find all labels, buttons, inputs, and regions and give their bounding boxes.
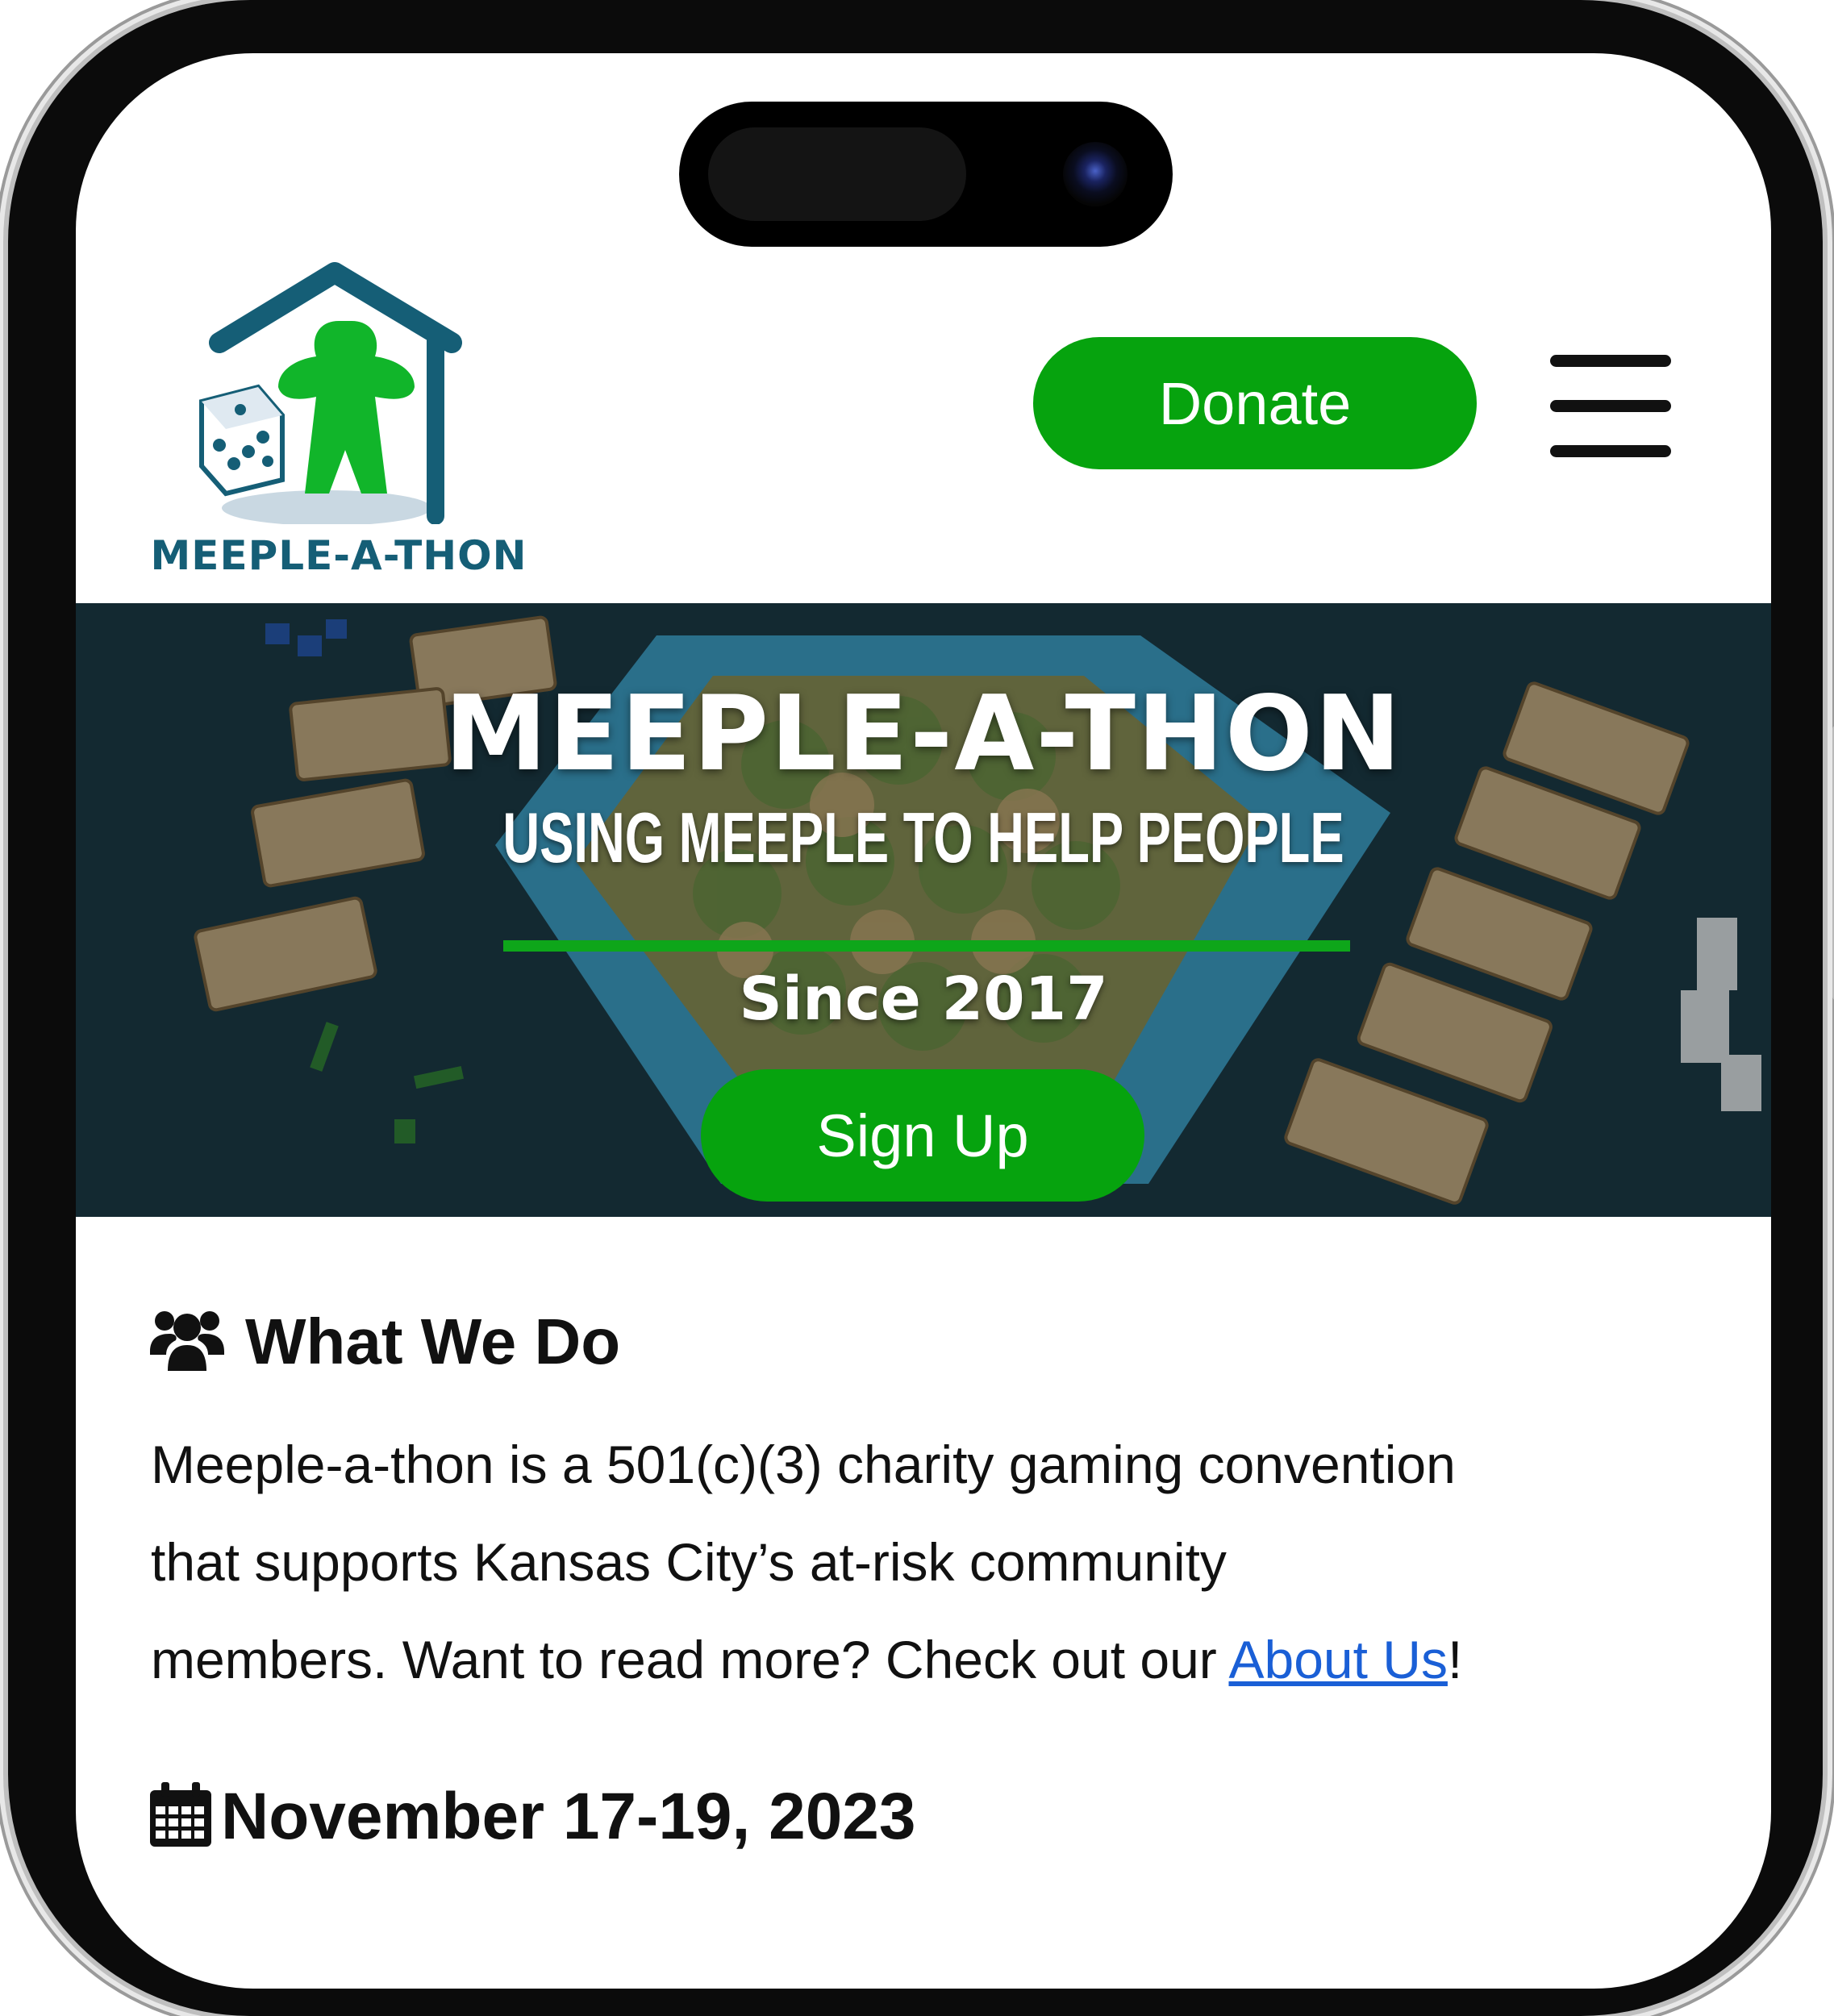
about-line-3-prefix: members. Want to read more? Check out ou… xyxy=(151,1630,1229,1689)
dynamic-island xyxy=(679,102,1173,247)
users-icon xyxy=(148,1303,226,1380)
about-line-3-suffix: ! xyxy=(1447,1630,1463,1689)
hero-divider xyxy=(503,940,1350,952)
about-line-1: Meeple-a-thon is a 501(c)(3) charity gam… xyxy=(151,1435,1456,1494)
site-logo[interactable]: MEEPLE-A-THON xyxy=(145,258,532,581)
event-date-heading: November 17-19, 2023 xyxy=(148,1779,916,1855)
event-date-text: November 17-19, 2023 xyxy=(221,1780,916,1853)
donate-button[interactable]: Donate xyxy=(1033,337,1477,469)
what-we-do-heading: What We Do xyxy=(148,1303,620,1380)
hero-since-text: Since 2017 xyxy=(739,964,1108,1034)
sign-up-button[interactable]: Sign Up xyxy=(701,1069,1144,1202)
hero-title: MEEPLE-A-THON xyxy=(444,674,1403,794)
logo-wordmark: MEEPLE-A-THON xyxy=(150,532,527,579)
about-line-3: members. Want to read more? Check out ou… xyxy=(151,1611,1707,1709)
hero-banner: MEEPLE-A-THON USING MEEPLE TO HELP PEOPL… xyxy=(76,603,1771,1217)
what-we-do-title: What We Do xyxy=(245,1305,621,1377)
phone-frame: MEEPLE-A-THON Donate MEEPLE-A-THON USING… xyxy=(8,0,1834,2016)
calendar-icon xyxy=(148,1781,213,1852)
hamburger-menu-icon[interactable] xyxy=(1550,355,1671,460)
meeple-house-logo-icon xyxy=(199,262,462,526)
front-camera xyxy=(1063,142,1127,206)
hero-tagline: USING MEEPLE TO HELP PEOPLE xyxy=(502,798,1344,877)
phone-screen: MEEPLE-A-THON Donate MEEPLE-A-THON USING… xyxy=(76,53,1771,1989)
about-paragraph: Meeple-a-thon is a 501(c)(3) charity gam… xyxy=(151,1416,1707,1709)
about-us-link[interactable]: About Us xyxy=(1228,1630,1447,1689)
about-line-2: that supports Kansas City’s at-risk comm… xyxy=(151,1532,1227,1592)
island-sensor xyxy=(708,127,966,221)
